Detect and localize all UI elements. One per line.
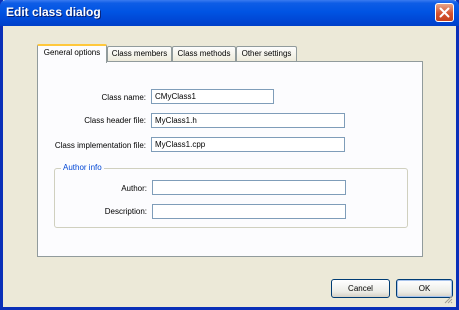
- window-title: Edit class dialog: [6, 5, 101, 19]
- tab-class-members[interactable]: Class members: [107, 46, 172, 62]
- class-header-file-field[interactable]: MyClass1.h: [151, 113, 345, 128]
- author-info-legend: Author info: [61, 163, 104, 172]
- tab-class-methods[interactable]: Class methods: [172, 46, 236, 62]
- class-implementation-file-label: Class implementation file:: [54, 141, 146, 150]
- description-label: Description:: [104, 207, 147, 216]
- class-implementation-file-field[interactable]: MyClass1.cpp: [151, 137, 345, 152]
- author-field[interactable]: [152, 180, 346, 195]
- class-header-file-label: Class header file:: [84, 116, 146, 125]
- tab-general-options[interactable]: General options: [37, 44, 107, 63]
- author-label: Author:: [121, 184, 147, 193]
- dialog-window: Edit class dialog General options Class …: [0, 0, 459, 310]
- cancel-button[interactable]: Cancel: [331, 279, 390, 298]
- author-info-group: Author info Author: Description:: [54, 163, 408, 228]
- class-name-field[interactable]: CMyClass1: [151, 89, 274, 104]
- close-icon: [439, 7, 450, 18]
- tab-panel-general-options: Class name: CMyClass1 Class header file:…: [37, 61, 423, 257]
- resize-grip-icon[interactable]: [443, 294, 453, 304]
- close-button[interactable]: [435, 3, 454, 22]
- description-field[interactable]: [152, 204, 346, 219]
- class-name-label: Class name:: [101, 93, 146, 102]
- tab-other-settings[interactable]: Other settings: [236, 46, 297, 62]
- title-bar[interactable]: Edit class dialog: [0, 0, 459, 26]
